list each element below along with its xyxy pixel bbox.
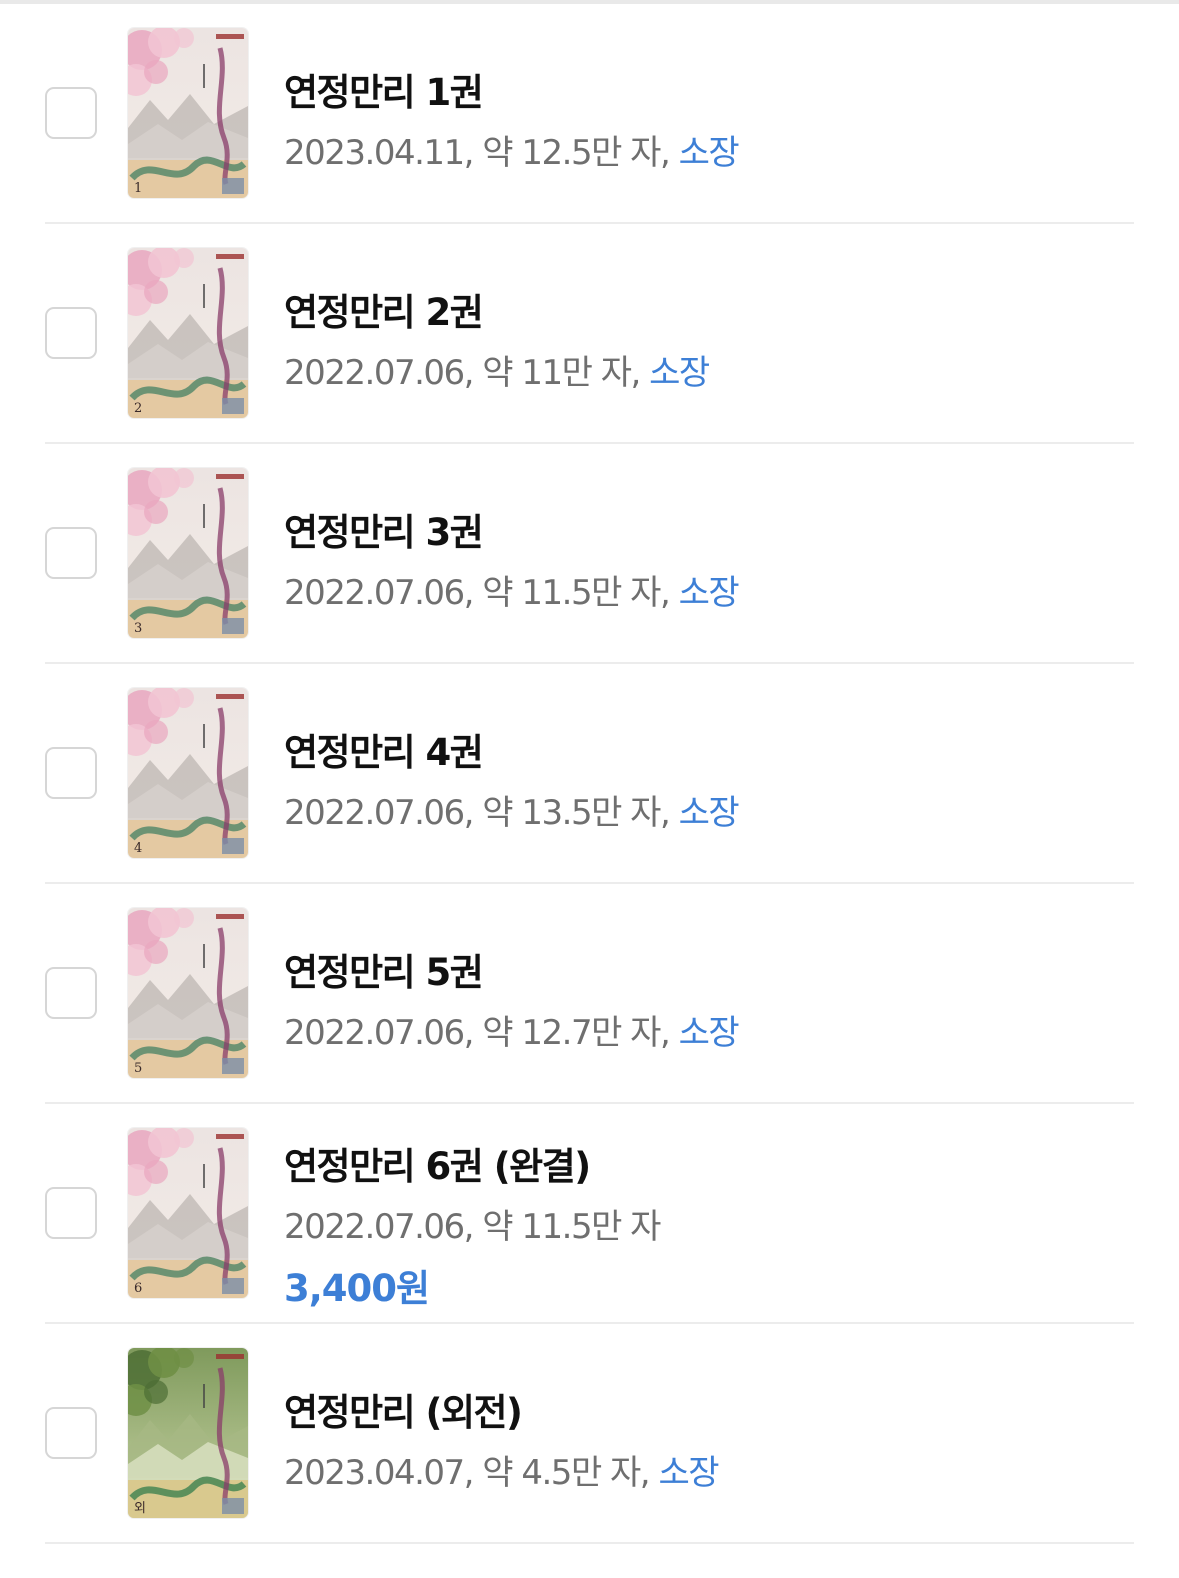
select-checkbox[interactable] [45, 1407, 97, 1459]
item-meta: 2022.07.06, 약 13.5만 자, 소장 [284, 785, 740, 834]
select-checkbox[interactable] [45, 307, 97, 359]
item-info: 연정만리 2권 2022.07.06, 약 11만 자, 소장 [284, 224, 1134, 442]
list-item[interactable]: 5 연정만리 5권 2022.07.06, 약 12.7만 자, 소장 [45, 884, 1134, 1104]
book-cover[interactable]: 외 [128, 1348, 248, 1518]
select-checkbox[interactable] [45, 747, 97, 799]
book-cover[interactable]: 6 [128, 1128, 248, 1298]
item-meta-text: 2022.07.06, 약 11.5만 자, [284, 573, 679, 613]
item-meta: 2023.04.07, 약 4.5만 자, 소장 [284, 1445, 719, 1494]
item-info: 연정만리 (외전) 2023.04.07, 약 4.5만 자, 소장 [284, 1324, 1134, 1542]
owned-label: 소장 [649, 353, 710, 393]
item-title[interactable]: 연정만리 3권 [284, 502, 484, 556]
select-checkbox[interactable] [45, 87, 97, 139]
item-meta-text: 2022.07.06, 약 13.5만 자, [284, 793, 679, 833]
book-cover[interactable]: 5 [128, 908, 248, 1078]
svg-text:6: 6 [134, 1281, 142, 1296]
item-meta: 2022.07.06, 약 11.5만 자 [284, 1199, 661, 1248]
svg-text:3: 3 [134, 621, 142, 636]
svg-text:4: 4 [134, 841, 142, 856]
item-title[interactable]: 연정만리 1권 [284, 62, 484, 116]
item-meta: 2022.07.06, 약 11만 자, 소장 [284, 345, 710, 394]
owned-label: 소장 [658, 1453, 719, 1493]
owned-label: 소장 [678, 1013, 740, 1053]
item-title[interactable]: 연정만리 5권 [284, 942, 484, 996]
item-meta-text: 2022.07.06, 약 11.5만 자 [284, 1207, 661, 1247]
item-info: 연정만리 4권 2022.07.06, 약 13.5만 자, 소장 [284, 664, 1134, 882]
list-item[interactable]: 4 연정만리 4권 2022.07.06, 약 13.5만 자, 소장 [45, 664, 1134, 884]
svg-text:5: 5 [134, 1061, 142, 1076]
svg-text:외: 외 [134, 1501, 146, 1516]
owned-label: 소장 [678, 793, 740, 833]
item-title[interactable]: 연정만리 6권 (완결) [284, 1136, 591, 1190]
item-meta-text: 2022.07.06, 약 12.7만 자, [284, 1013, 679, 1053]
list-item[interactable]: 2 연정만리 2권 2022.07.06, 약 11만 자, 소장 [45, 224, 1134, 444]
list-item[interactable]: 외 연정만리 (외전) 2023.04.07, 약 4.5만 자, 소장 [45, 1324, 1134, 1544]
item-meta: 2022.07.06, 약 11.5만 자, 소장 [284, 565, 740, 614]
volume-list: 1 연정만리 1권 2023.04.11, 약 12.5만 자, 소장 2 연정… [0, 4, 1179, 1544]
item-info: 연정만리 1권 2023.04.11, 약 12.5만 자, 소장 [284, 4, 1134, 222]
item-meta-text: 2023.04.07, 약 4.5만 자, [284, 1453, 659, 1493]
select-checkbox[interactable] [45, 527, 97, 579]
svg-text:1: 1 [134, 181, 142, 196]
book-cover[interactable]: 1 [128, 28, 248, 198]
select-checkbox[interactable] [45, 1187, 97, 1239]
price-label[interactable]: 3,400원 [284, 1258, 430, 1312]
owned-label: 소장 [678, 573, 740, 613]
item-info: 연정만리 6권 (완결) 2022.07.06, 약 11.5만 자 3,400… [284, 1104, 1134, 1322]
item-title[interactable]: 연정만리 4권 [284, 722, 484, 776]
owned-label: 소장 [678, 133, 740, 173]
item-meta: 2022.07.06, 약 12.7만 자, 소장 [284, 1005, 740, 1054]
svg-text:2: 2 [134, 401, 142, 416]
book-cover[interactable]: 2 [128, 248, 248, 418]
item-meta-text: 2022.07.06, 약 11만 자, [284, 353, 650, 393]
item-title[interactable]: 연정만리 2권 [284, 282, 484, 336]
book-cover[interactable]: 4 [128, 688, 248, 858]
book-cover[interactable]: 3 [128, 468, 248, 638]
select-checkbox[interactable] [45, 967, 97, 1019]
list-item[interactable]: 1 연정만리 1권 2023.04.11, 약 12.5만 자, 소장 [45, 4, 1134, 224]
item-meta: 2023.04.11, 약 12.5만 자, 소장 [284, 125, 740, 174]
item-info: 연정만리 3권 2022.07.06, 약 11.5만 자, 소장 [284, 444, 1134, 662]
item-info: 연정만리 5권 2022.07.06, 약 12.7만 자, 소장 [284, 884, 1134, 1102]
item-title[interactable]: 연정만리 (외전) [284, 1382, 523, 1436]
list-item[interactable]: 6 연정만리 6권 (완결) 2022.07.06, 약 11.5만 자 3,4… [45, 1104, 1134, 1324]
list-item[interactable]: 3 연정만리 3권 2022.07.06, 약 11.5만 자, 소장 [45, 444, 1134, 664]
item-meta-text: 2023.04.11, 약 12.5만 자, [284, 133, 679, 173]
